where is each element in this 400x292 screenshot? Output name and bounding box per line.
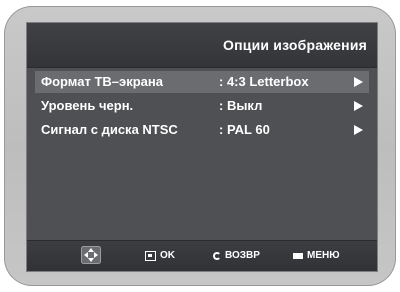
options-menu: Формат ТВ–экрана : 4:3 Letterbox Уровень…: [27, 71, 377, 143]
footer-bar: OK ВОЗВР МЕНЮ: [27, 240, 377, 271]
enter-icon: [145, 250, 156, 261]
arrow-right-icon: [354, 125, 363, 135]
ok-hint: OK: [145, 250, 175, 261]
menu-item-black-level[interactable]: Уровень черн. : Выкл: [35, 95, 369, 117]
osd-screen: Опции изображения Формат ТВ–экрана : 4:3…: [26, 22, 378, 272]
dpad-icon: [81, 246, 101, 264]
arrow-right-icon: [354, 101, 363, 111]
menu-item-ntsc-signal[interactable]: Сигнал с диска NTSC : PAL 60: [35, 119, 369, 141]
menu-item-tv-format[interactable]: Формат ТВ–экрана : 4:3 Letterbox: [35, 71, 369, 93]
return-hint: ВОЗВР: [213, 250, 260, 261]
menu-item-label: Сигнал с диска NTSC: [41, 122, 178, 137]
menu-icon: [293, 252, 303, 259]
menu-item-label: Уровень черн.: [41, 98, 134, 113]
menu-hint: МЕНЮ: [293, 250, 340, 261]
return-label: ВОЗВР: [225, 250, 260, 261]
menu-item-label: Формат ТВ–экрана: [41, 74, 163, 89]
return-icon: [213, 251, 221, 260]
ok-label: OK: [160, 250, 175, 261]
title-bar: Опции изображения: [27, 23, 377, 68]
menu-item-value: : PAL 60: [219, 122, 270, 137]
menu-item-value: : Выкл: [219, 98, 263, 113]
menu-label: МЕНЮ: [307, 250, 340, 261]
arrow-right-icon: [354, 77, 363, 87]
page-title: Опции изображения: [223, 37, 367, 53]
menu-item-value: : 4:3 Letterbox: [219, 74, 309, 89]
